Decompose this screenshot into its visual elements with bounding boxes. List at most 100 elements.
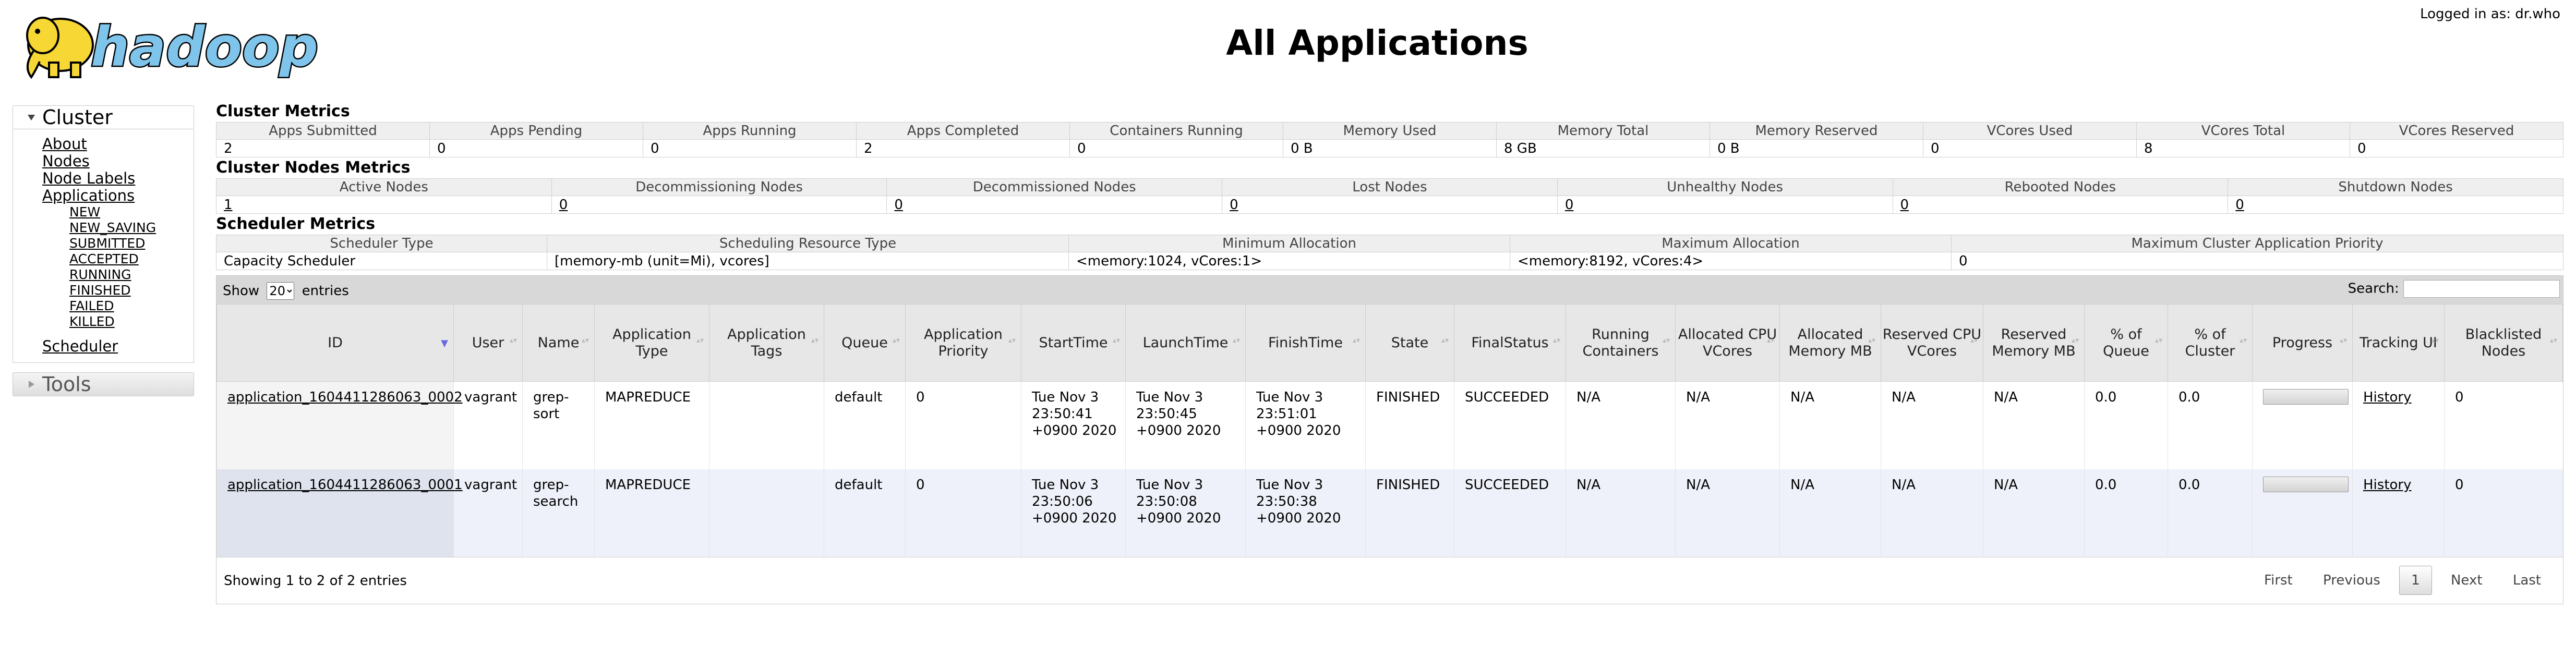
nav-link-about[interactable]: About [42,135,87,153]
column-header-blacklisted-nodes[interactable]: Blacklisted Nodes ▴▾ [2444,304,2563,382]
cm-value-memory-used: 0 B [1283,139,1497,157]
column-header-label: User [472,334,504,351]
application-id-link[interactable]: application_1604411286063_0002 [227,390,463,405]
cm-value-vcores-reserved: 0 [2350,139,2563,157]
cell-pct-queue: 0.0 [2084,469,2168,557]
nm-value-rebooted-nodes: 0 [1892,196,2229,214]
column-header-application-priority[interactable]: Application Priority ▴▾ [905,304,1021,382]
sort-icon: ▴▾ [892,336,900,345]
column-header-label: Application Priority [924,326,1003,359]
scheduler-metrics-table: Scheduler Type Scheduling Resource Type Mi… [216,235,2563,270]
column-header-application-type[interactable]: Application Type ▴▾ [594,304,709,382]
column-header-of-queue[interactable]: % of Queue ▴▾ [2084,304,2168,382]
pager-page-current[interactable]: 1 [2399,565,2432,595]
column-header-allocated-memory-mb[interactable]: Allocated Memory MB ▴▾ [1779,304,1881,382]
cell-user: vagrant [453,469,523,557]
column-header-label: FinishTime [1268,334,1343,351]
nav-state-new-saving[interactable]: NEW_SAVING [69,220,156,235]
nm-link-active-nodes[interactable]: 1 [224,197,233,213]
sm-header-maximum-cluster-application-priority: Maximum Cluster Application Priority [1951,235,2563,252]
nav-state-failed[interactable]: FAILED [69,298,114,313]
nm-link-decommissioning-nodes[interactable]: 0 [559,197,568,213]
cell-blacklisted: 0 [2444,381,2563,469]
cell-tracking: History [2352,381,2445,469]
nav-cluster-header[interactable]: Cluster [13,105,194,129]
nav-state-accepted[interactable]: ACCEPTED [69,251,139,266]
progress-bar [2263,476,2349,492]
column-header-label: Reserved CPU VCores [1882,326,1982,359]
sort-icon: ▴▾ [811,336,818,345]
nm-link-lost-nodes[interactable]: 0 [1230,197,1238,213]
column-header-launchtime[interactable]: LaunchTime ▴▾ [1125,304,1246,382]
cell-res-cpu: N/A [1881,381,1983,469]
search-input[interactable] [2403,280,2560,298]
nm-link-decommissioned-nodes[interactable]: 0 [894,197,903,213]
cell-id: application_1604411286063_0002 [216,381,463,469]
page-size-select[interactable]: 20 [267,282,295,300]
cell-priority: 0 [905,469,1021,557]
tracking-history-link[interactable]: History [2363,390,2412,405]
sm-value-minimum-allocation: <memory:1024, vCores:1> [1068,252,1510,270]
column-header-user[interactable]: User ▴▾ [453,304,523,382]
pager-next[interactable]: Next [2439,566,2494,595]
nav-link-applications[interactable]: Applications [42,187,135,204]
column-header-label: Allocated Memory MB [1788,326,1872,359]
sort-icon: ▴▾ [1008,336,1016,345]
nm-link-rebooted-nodes[interactable]: 0 [1900,197,1909,213]
pager-last[interactable]: Last [2501,566,2553,595]
node-metrics-title: Cluster Nodes Metrics [216,159,411,177]
cell-pct-cluster: 0.0 [2168,469,2253,557]
column-header-label: Allocated CPU VCores [1678,326,1777,359]
cell-pct-queue: 0.0 [2084,381,2168,469]
cell-tracking: History [2352,469,2445,557]
column-header-finalstatus[interactable]: FinalStatus ▴▾ [1454,304,1566,382]
cluster-metrics-table: Apps Submitted Apps Pending Apps Running Ap… [216,122,2563,157]
nm-link-shutdown-nodes[interactable]: 0 [2235,197,2244,213]
pager-first[interactable]: First [2253,566,2304,595]
nm-header-lost-nodes: Lost Nodes [1222,178,1558,196]
pagination: First Previous 1 Next Last [2249,565,2553,595]
column-header-id[interactable]: ID ▼ [216,304,454,382]
nav-state-killed[interactable]: KILLED [69,314,115,329]
sort-icon: ▴▾ [1552,336,1560,345]
nav-state-new[interactable]: NEW [69,204,100,220]
column-header-starttime[interactable]: StartTime ▴▾ [1021,304,1126,382]
cell-state: FINISHED [1365,381,1454,469]
table-info: Showing 1 to 2 of 2 entries [224,573,407,589]
pager-previous[interactable]: Previous [2312,566,2392,595]
column-header-tracking-ui[interactable]: Tracking UI ▴▾ [2352,304,2445,382]
nav-link-scheduler[interactable]: Scheduler [42,337,118,355]
nav-state-submitted[interactable]: SUBMITTED [69,236,145,251]
column-header-name[interactable]: Name ▴▾ [522,304,595,382]
column-header-of-cluster[interactable]: % of Cluster ▴▾ [2168,304,2253,382]
nm-value-active-nodes: 1 [216,196,552,214]
cm-value-apps-pending: 0 [429,139,643,157]
cell-progress [2252,469,2353,557]
column-header-running-containers[interactable]: Running Containers ▴▾ [1566,304,1676,382]
nav-link-node-labels[interactable]: Node Labels [42,169,135,187]
column-header-queue[interactable]: Queue ▴▾ [824,304,906,382]
sort-icon: ▴▾ [1970,336,1978,345]
column-header-label: LaunchTime [1142,334,1229,351]
sort-icon: ▴▾ [2431,336,2439,345]
column-header-state[interactable]: State ▴▾ [1365,304,1454,382]
column-header-progress[interactable]: Progress ▴▾ [2252,304,2353,382]
cell-name: grep-sort [522,381,595,469]
cm-header-memory-used: Memory Used [1283,122,1497,140]
nav-state-running[interactable]: RUNNING [69,267,131,282]
application-id-link[interactable]: application_1604411286063_0001 [227,477,463,493]
cm-header-apps-pending: Apps Pending [429,122,643,140]
sort-icon: ▴▾ [581,336,589,345]
nm-link-unhealthy-nodes[interactable]: 0 [1565,197,1574,213]
column-header-allocated-cpu-vcores[interactable]: Allocated CPU VCores ▴▾ [1675,304,1780,382]
nav-tools-header[interactable]: Tools [13,372,194,396]
column-header-reserved-memory-mb[interactable]: Reserved Memory MB ▴▾ [1983,304,2085,382]
cell-tags [709,469,824,557]
column-header-application-tags[interactable]: Application Tags ▴▾ [709,304,824,382]
column-header-finishtime[interactable]: FinishTime ▴▾ [1245,304,1366,382]
column-header-reserved-cpu-vcores[interactable]: Reserved CPU VCores ▴▾ [1881,304,1983,382]
tracking-history-link[interactable]: History [2363,477,2412,493]
nav-state-finished[interactable]: FINISHED [69,283,131,298]
sm-header-scheduler-type: Scheduler Type [216,235,547,252]
nav-link-nodes[interactable]: Nodes [42,152,90,170]
